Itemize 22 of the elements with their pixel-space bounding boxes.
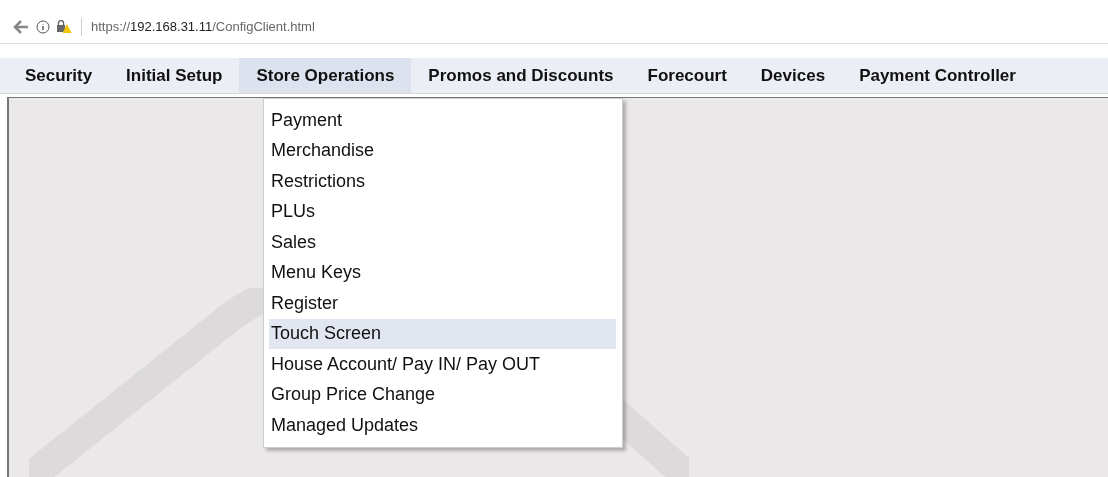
menu-tab[interactable]: Initial Setup — [109, 58, 240, 93]
menu-tab[interactable]: Payment Controller — [842, 58, 1033, 93]
dropdown-item[interactable]: Payment — [269, 105, 616, 136]
menu-tab[interactable]: Security — [8, 58, 110, 93]
dropdown-item[interactable]: Sales — [269, 227, 616, 258]
menu-tab[interactable]: Forecourt — [630, 58, 744, 93]
menu-tab[interactable]: Store Operations — [239, 58, 412, 93]
back-arrow-icon[interactable] — [12, 18, 30, 35]
dropdown-item[interactable]: House Account/ Pay IN/ Pay OUT — [269, 349, 616, 380]
dropdown-item[interactable]: Menu Keys — [269, 257, 616, 288]
url-text[interactable]: https://192.168.31.11/ConfigClient.html — [91, 16, 315, 37]
dropdown-item[interactable]: Restrictions — [269, 166, 616, 197]
dropdown-item[interactable]: Touch Screen — [269, 318, 616, 349]
dropdown-item[interactable]: Merchandise — [269, 135, 616, 166]
lock-warning-icon[interactable] — [56, 19, 72, 34]
dropdown-item[interactable]: Group Price Change — [269, 379, 616, 410]
dropdown-item[interactable]: Managed Updates — [269, 410, 616, 441]
dropdown-item[interactable]: PLUs — [269, 196, 616, 227]
info-icon[interactable] — [36, 19, 50, 34]
dropdown-item[interactable]: Register — [269, 288, 616, 319]
menu-tab[interactable]: Promos and Discounts — [411, 58, 631, 93]
menu-tab[interactable]: Devices — [743, 58, 843, 93]
